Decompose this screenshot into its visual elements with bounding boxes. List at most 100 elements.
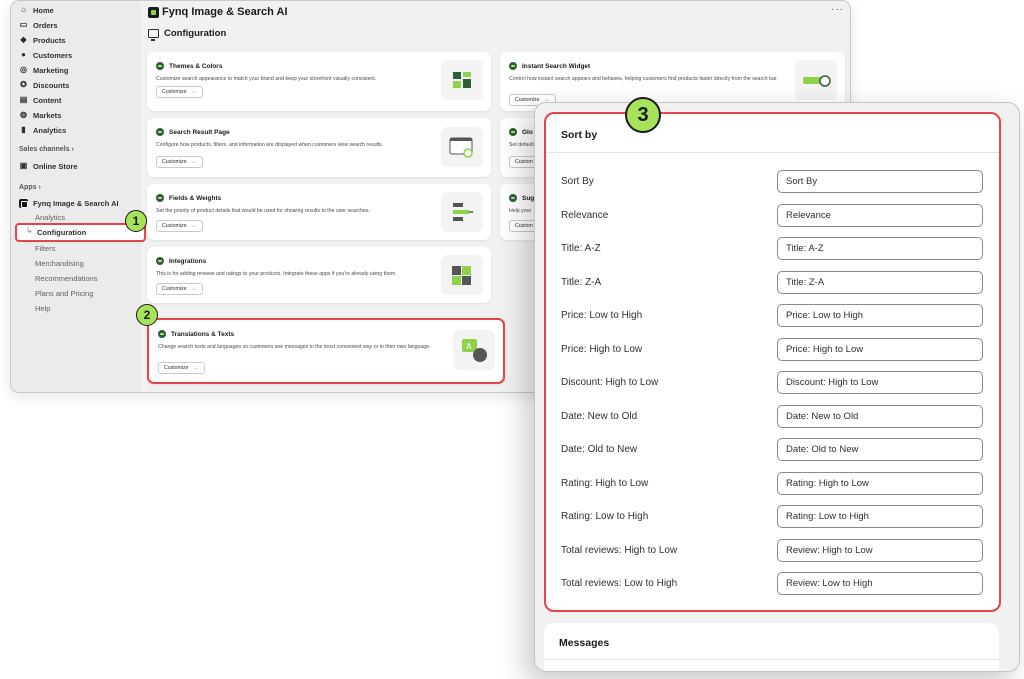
sort-row-input[interactable]: Price: Low to High — [777, 304, 983, 327]
card-description: Set the priority of product details that… — [156, 208, 370, 214]
customize-button[interactable]: Customize → — [156, 86, 203, 98]
sort-row-label: Relevance — [561, 209, 609, 221]
sort-row: Date: New to Old Date: New to Old — [546, 404, 999, 429]
discount-icon: ✪ — [20, 80, 27, 89]
sort-row-input[interactable]: Title: Z-A — [777, 270, 983, 294]
result-page-illustration-icon — [441, 127, 483, 167]
sort-row-label: Title: Z-A — [561, 276, 602, 288]
arrow-right-icon: → — [190, 159, 197, 165]
sidebar-subitem-merchandising[interactable]: Merchandising — [35, 259, 84, 268]
sidebar-item-app[interactable]: Fynq Image & Search AI — [19, 196, 119, 210]
card-search-result-page: Search Result Page Configure how product… — [147, 118, 491, 177]
divider — [546, 152, 999, 153]
store-icon: ▣ — [19, 161, 28, 170]
step-badge: 2 — [136, 304, 158, 326]
sidebar-subitem-analytics[interactable]: Analytics — [35, 213, 65, 222]
sort-by-title: Sort by — [561, 129, 598, 141]
sort-row-label: Total reviews: Low to High — [561, 578, 678, 589]
page-title: Configuration — [148, 28, 226, 41]
card-title: Translations & Texts — [158, 330, 234, 338]
sidebar-subitem-plans[interactable]: Plans and Pricing — [35, 289, 93, 298]
branch-icon: ↳ — [26, 226, 33, 235]
globe-icon: ◍ — [20, 110, 27, 119]
sort-row: Total reviews: High to Low Review: High t… — [546, 538, 999, 563]
sort-row-input[interactable]: Review: High to Low — [777, 538, 983, 562]
card-integrations: Integrations This is for adding reviews … — [147, 247, 491, 303]
chevron-right-icon: › — [38, 184, 41, 191]
integrations-icon — [156, 257, 164, 265]
sidebar-item-analytics[interactable]: ▮ Analytics — [19, 123, 66, 137]
sidebar-item-online-store[interactable]: ▣ Online Store — [19, 159, 78, 173]
card-description: Customize search appearance to match you… — [156, 76, 377, 82]
step-badge: 3 — [625, 97, 661, 133]
sidebar-item-customers[interactable]: ● Customers — [19, 48, 72, 62]
sort-row-label: Date: New to Old — [561, 410, 638, 422]
apps-heading[interactable]: Apps › — [19, 184, 41, 191]
sort-row: Total reviews: Low to High Review: Low to… — [546, 572, 999, 596]
sidebar-item-home[interactable]: ⌂ Home — [19, 3, 54, 17]
sort-row-label: Date: Old to New — [561, 444, 638, 455]
sort-row: Price: Low to High Price: Low to High — [546, 304, 999, 328]
sales-channels-heading[interactable]: Sales channels › — [19, 146, 74, 153]
sidebar-subitem-recommendations[interactable]: Recommendations — [35, 274, 98, 283]
sort-row-input[interactable]: Title: A-Z — [777, 237, 983, 260]
sidebar: ⌂ Home ▭ Orders ◆ Products ● Customers ◎ Mark… — [11, 1, 146, 392]
card-title: Instant Search Widget — [509, 62, 590, 70]
suggestions-icon — [509, 194, 517, 202]
sort-by-card: Sort by Sort By Sort By Relevance Relevanc… — [544, 112, 1001, 612]
sort-row: Discount: High to Low Discount: High to L… — [546, 371, 999, 395]
messages-title: Messages — [559, 637, 610, 649]
card-themes-colors: Themes & Colors Customize search appeara… — [147, 52, 491, 111]
layout-illustration-icon — [441, 60, 483, 100]
sidebar-item-discounts[interactable]: ✪ Discounts — [19, 78, 69, 92]
card-description: This is for adding reviews and ratings t… — [156, 271, 396, 277]
step-badge: 1 — [125, 210, 147, 232]
sidebar-item-markets[interactable]: ◍ Markets — [19, 108, 61, 122]
puzzle-illustration-icon — [441, 255, 483, 295]
sort-row-input[interactable]: Price: High to Low — [777, 337, 983, 361]
sidebar-item-products[interactable]: ◆ Products — [19, 33, 65, 47]
sort-row: Rating: Low to High Rating: Low to High — [546, 505, 999, 529]
sort-row-input[interactable]: Date: Old to New — [777, 438, 983, 461]
customize-button[interactable]: Customize → — [156, 156, 203, 168]
theme-icon — [156, 62, 164, 70]
sort-row-input[interactable]: Date: New to Old — [777, 404, 983, 428]
target-icon: ◎ — [20, 65, 27, 74]
inbox-icon: ▭ — [19, 20, 28, 29]
arrow-right-icon: → — [190, 223, 197, 229]
sidebar-item-marketing[interactable]: ◎ Marketing — [19, 63, 68, 77]
sort-row-input[interactable]: Rating: High to Low — [777, 471, 983, 495]
card-title: Fields & Weights — [156, 194, 221, 202]
customize-button[interactable]: Customize → — [156, 220, 203, 232]
sort-row: Sort By Sort By — [546, 170, 999, 194]
sort-row: Relevance Relevance — [546, 203, 999, 228]
result-page-icon — [156, 128, 164, 136]
sidebar-item-content[interactable]: ▤ Content — [19, 93, 62, 107]
sort-row-label: Price: Low to High — [561, 310, 643, 321]
arrow-right-icon: → — [190, 286, 197, 292]
customize-button[interactable]: Customize → — [158, 362, 205, 374]
sort-row-input[interactable]: Relevance — [777, 203, 983, 227]
sidebar-subitem-filters[interactable]: Filters — [35, 244, 55, 253]
card-title: Search Result Page — [156, 128, 230, 136]
sidebar-subitem-help[interactable]: Help — [35, 304, 50, 313]
sort-row-input[interactable]: Discount: High to Low — [777, 371, 983, 394]
sort-row-label: Title: A-Z — [561, 243, 601, 254]
sidebar-item-orders[interactable]: ▭ Orders — [19, 18, 58, 32]
sort-row-input[interactable]: Review: Low to High — [777, 572, 983, 595]
fields-illustration-icon — [441, 192, 483, 232]
sort-row-label: Price: High to Low — [561, 343, 643, 355]
sort-row-input[interactable]: Sort By — [777, 170, 983, 193]
more-actions-icon[interactable]: ··· — [831, 4, 844, 15]
card-description: Configure how products, filters, and inf… — [156, 142, 384, 148]
home-icon: ⌂ — [21, 5, 26, 14]
app-header: Fynq Image & Search AI — [148, 6, 288, 18]
sort-row: Rating: High to Low Rating: High to Low — [546, 471, 999, 496]
card-title: Themes & Colors — [156, 62, 222, 70]
customize-button[interactable]: Customize → — [156, 283, 203, 295]
tag-icon: ◆ — [20, 35, 27, 44]
card-fields-weights: Fields & Weights Set the priority of pro… — [147, 184, 491, 240]
sort-row-input[interactable]: Rating: Low to High — [777, 505, 983, 528]
sort-row-label: Rating: Low to High — [561, 511, 649, 522]
svg-text:A: A — [466, 342, 472, 351]
